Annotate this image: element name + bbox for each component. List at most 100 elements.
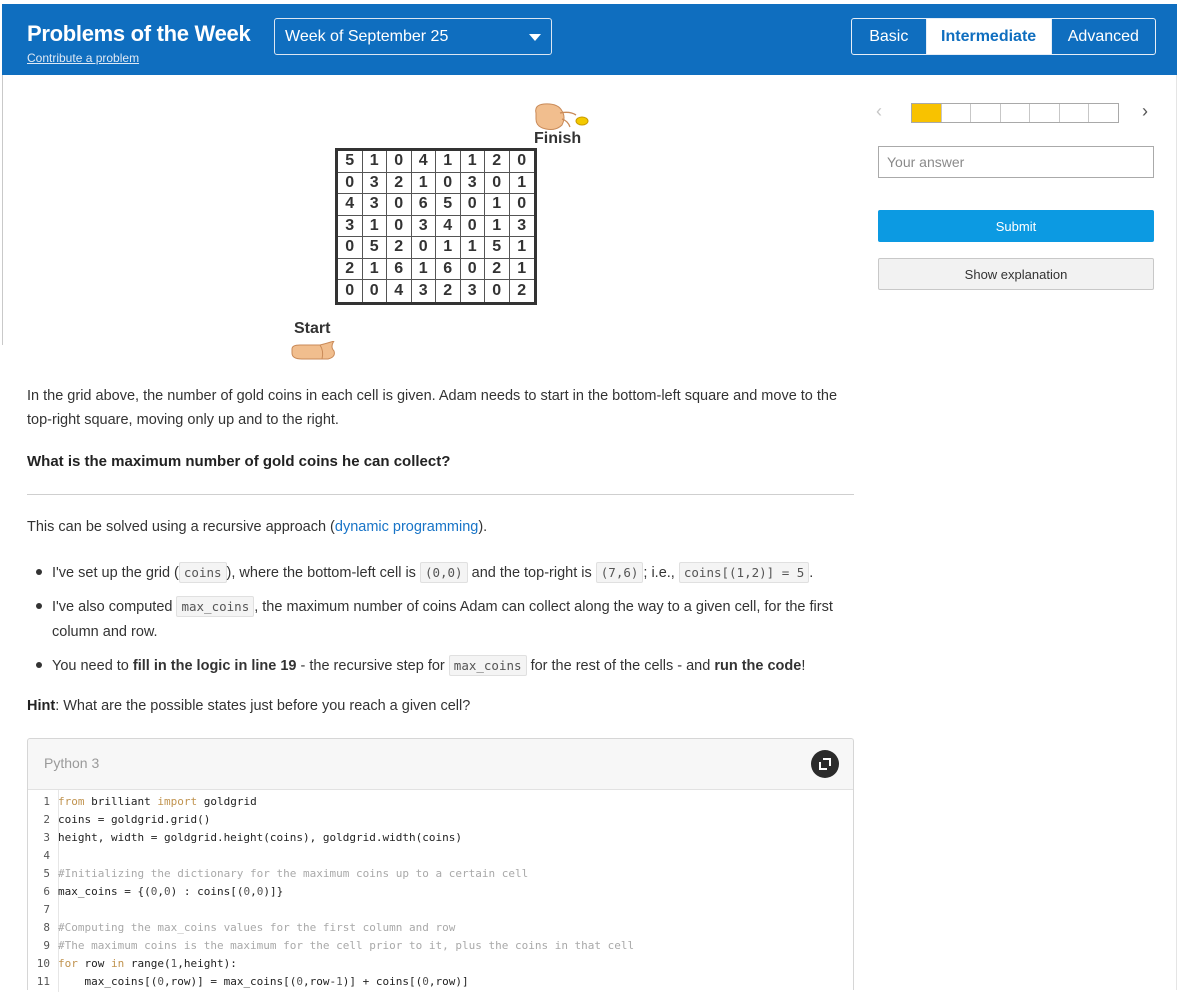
grid-cell: 3 [411,215,436,237]
grid-cell: 0 [411,237,436,259]
grid-cell: 0 [460,215,485,237]
hand-pointing-icon [290,340,340,368]
level-tabs: Basic Intermediate Advanced [851,18,1156,55]
bullet-text: I've set up the grid ( [52,565,179,581]
grid-cell: 0 [460,258,485,280]
divider [27,494,854,495]
show-explanation-button[interactable]: Show explanation [878,258,1154,290]
code-line: 11 max_coins[(0,row)] = max_coins[(0,row… [28,973,853,991]
problem-question: What is the maximum number of gold coins… [27,453,451,470]
page-title: Problems of the Week [27,21,251,46]
progress-segment[interactable] [1089,104,1118,122]
bullet-text: - the recursive step for [300,658,445,674]
panel-border [2,75,3,345]
code-area[interactable]: 1 from brilliant import goldgrid 2 coins = … [28,789,853,992]
grid-cell: 1 [509,259,534,280]
list-item: I've also computed max_coins, the maximu… [27,594,857,645]
next-problem-icon[interactable]: › [1142,101,1148,122]
hint: Hint: What are the possible states just … [27,698,470,714]
submit-button[interactable]: Submit [878,210,1154,242]
code-line: 7 [28,901,853,919]
bullet-text: ! [801,658,806,674]
grid-cell: 6 [387,258,412,280]
coin-grid-figure: Finish 510411200321030143065010310340130… [280,95,600,375]
code-editor: Python 3 1 from brilliant import goldgrid… [27,738,854,992]
grid-cell: 0 [460,194,485,216]
week-dropdown-value: Week of September 25 [285,28,449,45]
bullet-text: for the rest of the cells - and [530,658,711,674]
dynamic-programming-link[interactable]: dynamic programming [335,519,478,535]
code-text: #The maximum coins is the maximum for th… [58,939,635,952]
line-number: 6 [43,885,50,898]
progress-bar [911,103,1119,123]
grid-cell: 3 [362,194,387,216]
list-item: I've set up the grid (coins), where the … [27,560,813,586]
code-text: from brilliant import goldgrid [58,795,257,808]
start-label: Start [294,320,331,337]
grid-cell: 2 [387,172,412,194]
grid-cell: 1 [485,194,510,216]
tab-intermediate[interactable]: Intermediate [925,19,1051,54]
line-number: 4 [43,849,50,862]
code-text: coins = goldgrid.grid() [58,813,211,826]
grid-cell: 1 [362,215,387,237]
grid-cell: 1 [362,151,387,173]
bullet-text: You need to [52,658,129,674]
grid-cell: 0 [338,237,363,259]
grid-cell: 2 [517,281,527,299]
grid-cell: 0 [509,151,534,173]
week-dropdown[interactable]: Week of September 25 [274,18,552,55]
grid-cell: 5 [362,237,387,259]
grid-cell: 3 [461,280,485,302]
intro-text: This can be solved using a recursive app… [27,519,335,535]
bullet-text: . [809,565,814,581]
code-text: max_coins = {(0,0) : coins[(0,0)]} [58,885,284,898]
code-line: 2 coins = goldgrid.grid() [28,811,853,829]
prev-problem-icon[interactable]: ‹ [876,101,882,122]
intro-text-end: ). [478,519,488,535]
progress-segment[interactable] [942,104,972,122]
code-line: 9 #The maximum coins is the maximum for t… [28,937,853,955]
code-line: 4 [28,847,853,865]
grid-cell: 1 [436,237,461,259]
tab-basic[interactable]: Basic [852,19,926,54]
grid-cell: 0 [363,280,387,302]
grid-cell: 0 [387,151,412,173]
explanation-intro: This can be solved using a recursive app… [27,519,487,535]
grid-cell: 2 [387,237,412,259]
grid-cell: 4 [387,280,412,302]
grid-cell: 2 [338,258,363,280]
grid-cell: 0 [387,194,412,216]
answer-input[interactable] [878,146,1154,178]
code-text: #Initializing the dictionary for the max… [58,867,529,880]
contribute-link[interactable]: Contribute a problem [27,51,139,65]
progress-segment[interactable] [1030,104,1060,122]
progress-segment[interactable] [1001,104,1031,122]
inline-code: coins [178,562,227,583]
coin-grid: 5104112003210301430650103103401305201151… [335,148,537,305]
tab-advanced[interactable]: Advanced [1050,19,1155,54]
grid-cell: 1 [436,151,461,173]
code-line: 5 #Initializing the dictionary for the ma… [28,865,853,883]
problem-statement: In the grid above, the number of gold co… [27,388,838,428]
bullet-text: I've also computed [52,599,173,615]
grid-cell: 1 [509,173,534,194]
progress-segment[interactable] [1060,104,1090,122]
grid-cell: 1 [485,215,510,237]
list-item: You need to fill in the logic in line 19… [27,653,805,679]
expand-button[interactable] [811,750,839,778]
grid-cell: 1 [509,237,534,259]
progress-segment[interactable] [912,104,942,122]
inline-code: coins[(1,2)] = 5 [678,562,810,583]
grid-cell: 2 [436,280,461,302]
grid-cell: 0 [436,172,461,194]
bullet-bold: run the code [714,658,802,674]
hint-label: Hint [27,698,56,714]
progress-segment[interactable] [971,104,1001,122]
chevron-down-icon [529,34,541,41]
grid-cell: 0 [338,280,363,302]
grid-cell: 1 [411,172,436,194]
grid-cell: 1 [362,258,387,280]
header-bar: Problems of the Week Contribute a proble… [2,4,1177,75]
